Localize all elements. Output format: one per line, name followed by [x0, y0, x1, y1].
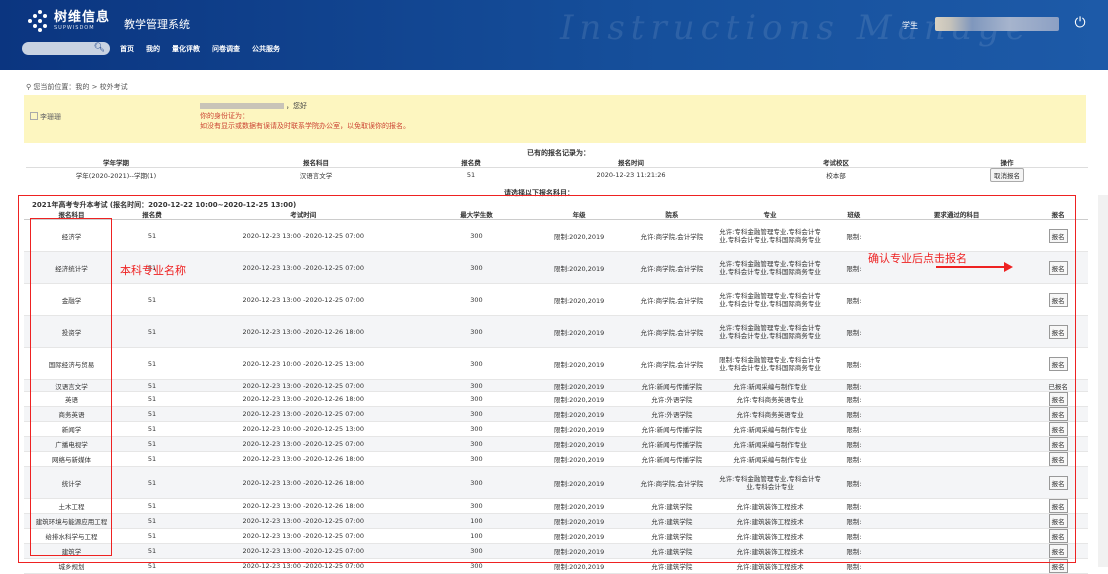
breadcrumb-text: 您当前位置：我的 > 校外考试 — [33, 83, 128, 91]
record-fee: 51 — [466, 171, 476, 179]
system-title: 教学管理系统 — [124, 18, 190, 31]
rec-header-term: 学年学期 — [26, 157, 206, 168]
notice-box: 李珊珊 ，您好 你的身份证为： 如没有显示或数据有误请及时联系学院办公室，以免取… — [24, 95, 1086, 143]
annotation-arrow-head — [1004, 262, 1013, 272]
rec-header-subject: 报名科目 — [206, 157, 426, 168]
rec-header-fee: 报名费 — [426, 157, 516, 168]
identity-line: 你的身份证为： — [200, 112, 249, 120]
rec-header-campus: 考试校区 — [746, 157, 926, 168]
search-icon[interactable]: 🔍︎ — [94, 43, 105, 53]
record-time: 2020-12-23 11:21:26 — [596, 171, 666, 179]
main-nav: 首页 我的 量化评教 问卷调查 公共服务 — [120, 44, 280, 54]
nav-evaluation[interactable]: 量化评教 — [172, 44, 200, 54]
student-label: 学生 — [902, 21, 918, 30]
cancel-registration-button[interactable]: 取消报名 — [990, 168, 1024, 182]
rec-header-action: 操作 — [926, 157, 1088, 168]
logo-cn: 树维信息 — [54, 9, 111, 25]
rec-header-time: 报名时间 — [516, 157, 746, 168]
logo-dots-icon — [28, 10, 50, 32]
logo-en: SUPWISDOM — [54, 24, 95, 31]
user-name-redacted[interactable] — [935, 17, 1059, 31]
top-header: 树维信息 SUPWISDOM 教学管理系统 Instructions Manag… — [0, 0, 1108, 70]
logo: 树维信息 SUPWISDOM — [28, 10, 110, 32]
record-row: 学年(2020-2021)--学期(1) 汉语言文学 51 2020-12-23… — [26, 168, 1088, 182]
record-action-cell: 取消报名 — [926, 168, 1088, 182]
records-table: 学年学期 报名科目 报名费 报名时间 考试校区 操作 学年(2020-2021)… — [26, 157, 1088, 182]
photo-placeholder: 李珊珊 — [30, 112, 61, 122]
annotation-left-label: 本科专业名称 — [120, 264, 186, 277]
nav-mine[interactable]: 我的 — [146, 44, 160, 54]
record-term: 学年(2020-2021)--学期(1) — [75, 172, 157, 180]
annotation-arrow — [936, 266, 1008, 268]
name-redacted — [200, 103, 284, 109]
notice-hint: 如没有显示或数据有误请及时联系学院办公室，以免取误你的报名。 — [200, 122, 410, 130]
page-scrollbar[interactable] — [1098, 195, 1108, 567]
record-subject: 汉语言文学 — [299, 172, 333, 180]
record-campus: 校本部 — [826, 172, 846, 180]
annotation-subject-box — [30, 218, 112, 556]
power-icon[interactable]: ⏻ — [1072, 15, 1088, 31]
annotation-right-label: 确认专业后点击报名 — [868, 252, 967, 265]
nav-home[interactable]: 首页 — [120, 44, 134, 54]
search-input[interactable]: 🔍︎ — [22, 42, 110, 55]
greeting: ，您好 — [286, 102, 307, 110]
breadcrumb: ⚲ 您当前位置：我的 > 校外考试 — [26, 82, 128, 92]
nav-public-service[interactable]: 公共服务 — [252, 44, 280, 54]
nav-survey[interactable]: 问卷调查 — [212, 44, 240, 54]
